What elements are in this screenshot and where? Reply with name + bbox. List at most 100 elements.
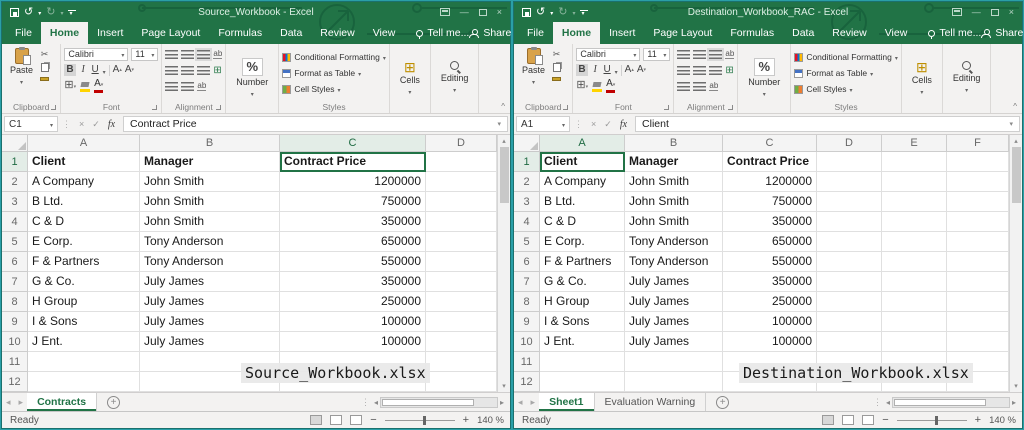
insert-function-icon[interactable]: fx xyxy=(108,119,115,130)
zoom-out-button[interactable]: − xyxy=(882,414,888,426)
collapse-ribbon-icon[interactable] xyxy=(501,102,505,111)
select-all-button[interactable] xyxy=(2,135,28,152)
borders-icon[interactable]: ⊞ xyxy=(64,79,76,93)
column-header-D[interactable]: D xyxy=(426,135,497,152)
cell-A8[interactable]: H Group xyxy=(28,292,140,312)
align-middle-icon[interactable] xyxy=(693,50,706,59)
zoom-level[interactable]: 140 % xyxy=(477,415,504,426)
cell-C8[interactable]: 250000 xyxy=(723,292,817,312)
editing-button[interactable]: Editing xyxy=(434,46,476,109)
undo-dropdown-icon[interactable] xyxy=(550,6,553,18)
cell-D9[interactable] xyxy=(817,312,882,332)
row-header-11[interactable]: 11 xyxy=(2,352,28,372)
close-icon[interactable]: × xyxy=(1009,7,1014,17)
increase-indent-icon[interactable] xyxy=(181,82,194,91)
decrease-font-size-icon[interactable]: A xyxy=(637,64,646,76)
ribbon-tab-formulas[interactable]: Formulas xyxy=(209,22,271,44)
bold-button[interactable]: B xyxy=(64,64,75,76)
scroll-left-icon[interactable]: ◂ xyxy=(884,398,892,407)
new-sheet-button[interactable]: + xyxy=(107,396,120,409)
zoom-level[interactable]: 140 % xyxy=(989,415,1016,426)
font-color-icon[interactable]: A xyxy=(94,79,103,93)
format-as-table-button[interactable]: Format as Table xyxy=(794,66,898,81)
dialog-launcher-icon[interactable] xyxy=(728,105,733,110)
cell-B1[interactable]: Manager xyxy=(625,152,723,172)
minimize-icon[interactable]: — xyxy=(972,7,981,17)
wrap-text-icon[interactable]: ab xyxy=(725,49,734,59)
cell-E9[interactable] xyxy=(882,312,947,332)
row-header-9[interactable]: 9 xyxy=(2,312,28,332)
redo-icon[interactable]: ↻ xyxy=(558,7,567,18)
cell-E5[interactable] xyxy=(882,232,947,252)
increase-font-size-icon[interactable]: A xyxy=(625,64,634,76)
cell-B11[interactable] xyxy=(625,352,723,372)
cell-A9[interactable]: I & Sons xyxy=(540,312,625,332)
cell-D2[interactable] xyxy=(817,172,882,192)
sheet-nav-right-icon[interactable]: ▸ xyxy=(15,393,28,411)
cell-A7[interactable]: G & Co. xyxy=(540,272,625,292)
collapse-ribbon-icon[interactable] xyxy=(1013,102,1017,111)
ribbon-tab-file[interactable]: File xyxy=(6,22,41,44)
orientation-icon[interactable]: ab xyxy=(197,81,206,91)
row-header-7[interactable]: 7 xyxy=(2,272,28,292)
cell-B9[interactable]: July James xyxy=(625,312,723,332)
row-header-5[interactable]: 5 xyxy=(2,232,28,252)
row-header-12[interactable]: 12 xyxy=(2,372,28,392)
column-header-D[interactable]: D xyxy=(817,135,882,152)
cells-button[interactable]: ⊞ Cells xyxy=(905,46,939,109)
format-painter-icon[interactable] xyxy=(552,77,561,81)
cell-A5[interactable]: E Corp. xyxy=(28,232,140,252)
formula-input[interactable]: Contract Price xyxy=(123,116,508,132)
zoom-slider-thumb[interactable] xyxy=(423,416,426,425)
cancel-icon[interactable]: × xyxy=(591,119,596,129)
zoom-slider[interactable] xyxy=(385,415,455,426)
cell-A7[interactable]: G & Co. xyxy=(28,272,140,292)
cell-F8[interactable] xyxy=(947,292,1009,312)
ribbon-display-options-icon[interactable] xyxy=(440,8,450,16)
paste-button[interactable]: Paste xyxy=(517,46,550,100)
ribbon-tab-insert[interactable]: Insert xyxy=(88,22,132,44)
cell-D12[interactable] xyxy=(426,372,497,392)
cell-A3[interactable]: B Ltd. xyxy=(540,192,625,212)
align-middle-icon[interactable] xyxy=(181,50,194,59)
horizontal-scrollbar[interactable]: ◂ ▸ xyxy=(884,393,1018,411)
undo-dropdown-icon[interactable] xyxy=(38,6,41,18)
cell-A12[interactable] xyxy=(28,372,140,392)
row-header-1[interactable]: 1 xyxy=(514,152,540,172)
dialog-launcher-icon[interactable] xyxy=(152,105,157,110)
formula-bar-handle[interactable]: ⋮ xyxy=(574,119,583,130)
wrap-text-icon[interactable]: ab xyxy=(213,49,222,59)
align-left-icon[interactable] xyxy=(165,66,178,75)
cell-C4[interactable]: 350000 xyxy=(280,212,426,232)
row-header-2[interactable]: 2 xyxy=(2,172,28,192)
cell-A10[interactable]: J Ent. xyxy=(28,332,140,352)
customize-qat-icon[interactable] xyxy=(68,10,76,11)
formula-input[interactable]: Client xyxy=(635,116,1020,132)
close-icon[interactable]: × xyxy=(497,7,502,17)
scrollbar-thumb[interactable] xyxy=(500,147,509,203)
cell-F5[interactable] xyxy=(947,232,1009,252)
cell-A1[interactable]: Client xyxy=(540,152,625,172)
column-header-E[interactable]: E xyxy=(882,135,947,152)
font-name-select[interactable]: Calibri xyxy=(576,48,640,61)
scroll-down-icon[interactable]: ▾ xyxy=(502,382,506,390)
cell-B1[interactable]: Manager xyxy=(140,152,280,172)
cell-F7[interactable] xyxy=(947,272,1009,292)
horizontal-scrollbar[interactable]: ◂ ▸ xyxy=(372,393,506,411)
column-header-B[interactable]: B xyxy=(140,135,280,152)
page-break-view-button[interactable] xyxy=(862,415,874,425)
font-size-select[interactable]: 11 xyxy=(131,48,158,61)
redo-dropdown-icon[interactable] xyxy=(572,6,575,18)
cell-B2[interactable]: John Smith xyxy=(140,172,280,192)
number-format-button[interactable]: % Number xyxy=(229,46,275,109)
zoom-slider-thumb[interactable] xyxy=(935,416,938,425)
underline-button[interactable]: U xyxy=(91,64,100,76)
cell-D10[interactable] xyxy=(426,332,497,352)
decrease-indent-icon[interactable] xyxy=(677,82,690,91)
cancel-icon[interactable]: × xyxy=(79,119,84,129)
vertical-scrollbar[interactable]: ▴ ▾ xyxy=(1009,135,1022,392)
align-center-icon[interactable] xyxy=(181,66,194,75)
cell-B10[interactable]: July James xyxy=(140,332,280,352)
cell-B2[interactable]: John Smith xyxy=(625,172,723,192)
align-left-icon[interactable] xyxy=(677,66,690,75)
